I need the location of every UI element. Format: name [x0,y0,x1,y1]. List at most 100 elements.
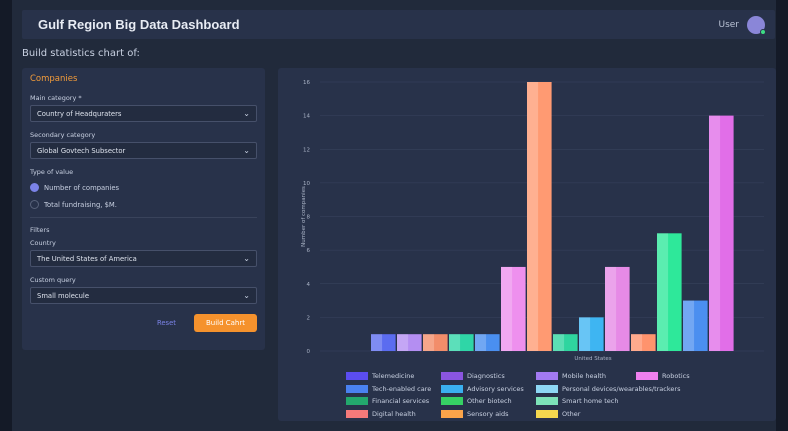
bar-highlight [657,233,669,351]
bar-highlight [683,300,695,351]
bar-highlight [605,266,617,351]
legend-row: Digital health Sensory aids Other [346,408,766,421]
legend-label: Advisory services [467,384,524,393]
country-label: Country [30,239,56,247]
bar-highlight [449,334,461,351]
legend-label: Other biotech [467,397,512,406]
top-header: Gulf Region Big Data Dashboard User [22,10,775,39]
legend-swatch [441,372,463,381]
chart-legend: Telemedicine Diagnostics Mobile health Robo… [346,370,766,420]
x-tick-label: United States [574,356,611,362]
secondary-category-select[interactable]: Global Govtech Subsector ⌄ [30,142,257,159]
legend-row: Telemedicine Diagnostics Mobile health Robo… [346,370,766,383]
legend-item[interactable]: Other biotech [441,397,512,406]
chevron-down-icon: ⌄ [243,146,250,155]
bar-highlight [475,334,487,351]
legend-label: Tech-enabled care [372,384,432,393]
app-window: Gulf Region Big Data Dashboard User Buil… [12,0,776,431]
page-subtitle: Build statistics chart of: [22,48,140,59]
legend-item[interactable]: Advisory services [441,384,524,393]
legend-item[interactable]: Diagnostics [441,372,505,381]
legend-label: Mobile health [562,372,606,381]
bar-highlight [527,82,539,351]
bar-highlight [397,334,409,351]
form-actions: Reset Build Cahrt [30,314,257,332]
radio-unchecked-icon[interactable] [30,200,39,209]
dashboard-title: Gulf Region Big Data Dashboard [38,17,240,32]
bar-highlight [501,266,513,351]
legend-label: Sensory aids [467,409,509,418]
secondary-category-value: Global Govtech Subsector [37,146,126,155]
legend-swatch [536,397,558,406]
legend-label: Personal devices/wearables/trackers [562,384,681,393]
y-tick-label: 8 [307,215,311,221]
y-tick-label: 10 [303,181,310,187]
country-value: The United States of America [37,254,137,263]
bar-highlight [553,334,565,351]
radio-number-of-companies[interactable]: Number of companies [30,183,257,192]
custom-query-select[interactable]: Small molecule ⌄ [30,287,257,304]
reset-button[interactable]: Reset [157,319,176,327]
window-frame-right [776,0,788,431]
legend-label: Other [562,409,581,418]
radio-label: Number of companies [44,183,120,192]
legend-label: Robotics [662,372,690,381]
panel-title: Companies [30,74,78,84]
radio-checked-icon[interactable] [30,183,39,192]
legend-item[interactable]: Telemedicine [346,372,415,381]
y-tick-label: 6 [307,248,311,254]
legend-swatch [441,409,463,418]
main-category-select[interactable]: Country of Headquraters ⌄ [30,105,257,122]
legend-label: Smart home tech [562,397,619,406]
chevron-down-icon: ⌄ [243,109,250,118]
main-category-label: Main category * [30,94,82,102]
bar-highlight [579,317,591,351]
custom-query-value: Small molecule [37,291,90,300]
y-tick-label: 0 [307,349,311,355]
user-label: User [718,19,739,30]
window-frame-left [0,0,12,431]
legend-item[interactable]: Other [536,409,581,418]
legend-swatch [441,397,463,406]
avatar[interactable] [747,15,766,35]
y-tick-label: 4 [307,282,311,288]
chart-builder-panel: Companies Main category * Country of Hea… [22,68,265,350]
legend-item[interactable]: Sensory aids [441,409,509,418]
filters-label: Filters [30,226,50,234]
legend-item[interactable]: Tech-enabled care [346,384,432,393]
legend-row: Financial services Other biotech Smart hom… [346,395,766,408]
secondary-category-label: Secondary category [30,131,96,139]
bar-chart: 0 2 4 6 8 10 12 14 16 Number of companies United S… [301,80,764,362]
legend-item[interactable]: Personal devices/wearables/trackers [536,384,681,393]
legend-label: Diagnostics [467,372,505,381]
legend-item[interactable]: Mobile health [536,372,606,381]
bar-highlight [371,334,383,351]
y-tick-label: 16 [303,80,310,86]
custom-query-label: Custom query [30,276,76,284]
main-category-value: Country of Headquraters [37,109,122,118]
legend-item[interactable]: Robotics [636,372,690,381]
legend-swatch [536,384,558,393]
bar-highlight [631,334,643,351]
y-tick-label: 12 [303,147,310,153]
legend-item[interactable]: Financial services [346,397,430,406]
legend-label: Telemedicine [372,372,415,381]
bar-highlight [423,334,435,351]
chart-panel: 0 2 4 6 8 10 12 14 16 Number of companies United S… [278,68,776,421]
legend-label: Financial services [372,397,430,406]
country-select[interactable]: The United States of America ⌄ [30,250,257,267]
legend-item[interactable]: Smart home tech [536,397,619,406]
chevron-down-icon: ⌄ [243,291,250,300]
y-tick-label: 14 [303,114,310,120]
legend-item[interactable]: Digital health [346,409,416,418]
radio-label: Total fundraising, $M. [44,200,117,209]
legend-swatch [636,372,658,381]
bar-highlight [709,115,721,351]
chevron-down-icon: ⌄ [243,254,250,263]
online-status-dot [760,28,766,35]
type-of-value-label: Type of value [30,168,74,176]
radio-total-fundraising[interactable]: Total fundraising, $M. [30,200,257,209]
user-menu[interactable]: User [718,15,766,35]
legend-swatch [536,409,558,418]
build-chart-button[interactable]: Build Cahrt [193,314,257,332]
